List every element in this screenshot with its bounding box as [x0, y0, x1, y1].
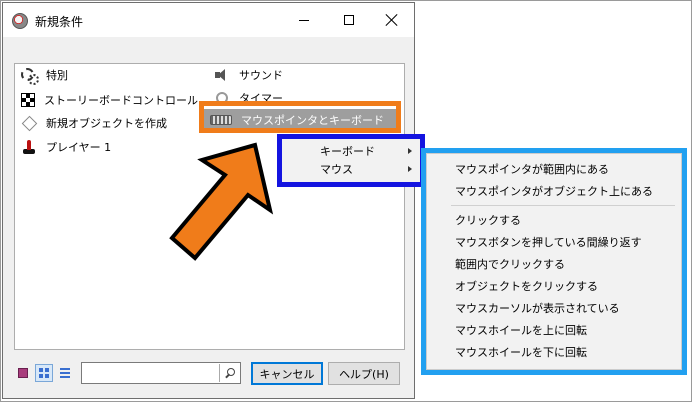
list-item-storyboard[interactable]: ストーリーボードコントロール	[21, 90, 198, 110]
cancel-button[interactable]: キャンセル	[251, 362, 323, 385]
orange-arrow-annotation	[169, 142, 274, 261]
gears-icon	[21, 67, 39, 85]
list-item-new-object[interactable]: 新規オブジェクトを作成	[21, 113, 167, 133]
maximize-button[interactable]	[327, 3, 371, 37]
help-button[interactable]: ヘルプ(H)	[328, 362, 400, 385]
list-item-label: ストーリーボードコントロール	[44, 94, 198, 107]
minimize-button[interactable]	[282, 3, 326, 37]
list-item-label: プレイヤー 1	[46, 141, 112, 154]
list-item-label: 新規オブジェクトを作成	[46, 117, 167, 130]
close-button[interactable]	[370, 3, 414, 37]
speaker-icon	[214, 67, 230, 83]
storyboard-icon	[21, 93, 35, 107]
new-object-icon	[21, 115, 37, 131]
search-button[interactable]	[219, 364, 239, 382]
player-icon	[21, 139, 37, 155]
app-icon	[12, 13, 28, 29]
list-item-special[interactable]: 特別	[21, 65, 68, 85]
large-icons-view-button[interactable]	[14, 364, 32, 382]
cyan-highlight-box	[421, 148, 687, 375]
window-title: 新規条件	[35, 15, 84, 29]
maximize-icon	[344, 15, 354, 25]
grid-icon	[39, 368, 49, 378]
search-icon	[224, 367, 235, 379]
list-item-label: 特別	[46, 69, 68, 82]
blue-highlight-box	[277, 134, 425, 187]
search-input[interactable]	[81, 362, 241, 384]
list-view-button[interactable]	[56, 364, 74, 382]
list-item-player[interactable]: プレイヤー 1	[21, 137, 111, 157]
title-bar[interactable]: 新規条件	[3, 3, 414, 37]
list-item-sound[interactable]: サウンド	[214, 65, 283, 85]
small-icons-view-button[interactable]	[35, 364, 53, 382]
close-icon	[386, 14, 398, 26]
list-item-label: サウンド	[239, 69, 283, 82]
orange-highlight-box	[199, 101, 401, 133]
minimize-icon	[299, 19, 309, 21]
large-icons-icon	[18, 368, 28, 378]
list-icon	[60, 368, 70, 378]
